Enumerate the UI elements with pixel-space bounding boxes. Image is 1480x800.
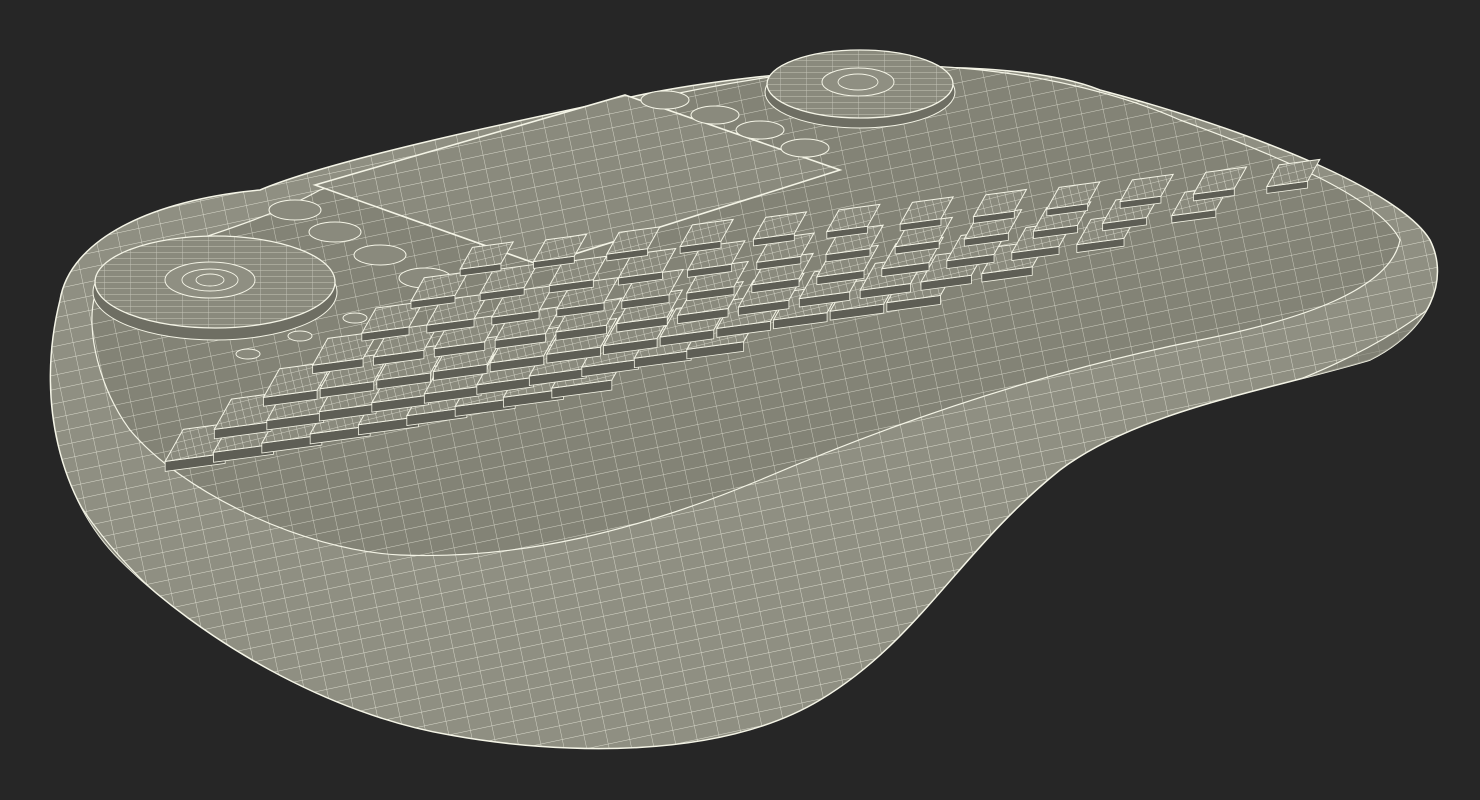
right-dial — [764, 49, 956, 129]
left-dial — [92, 235, 338, 341]
keyboard-device — [49, 49, 1439, 750]
wireframe-render — [49, 49, 1439, 750]
